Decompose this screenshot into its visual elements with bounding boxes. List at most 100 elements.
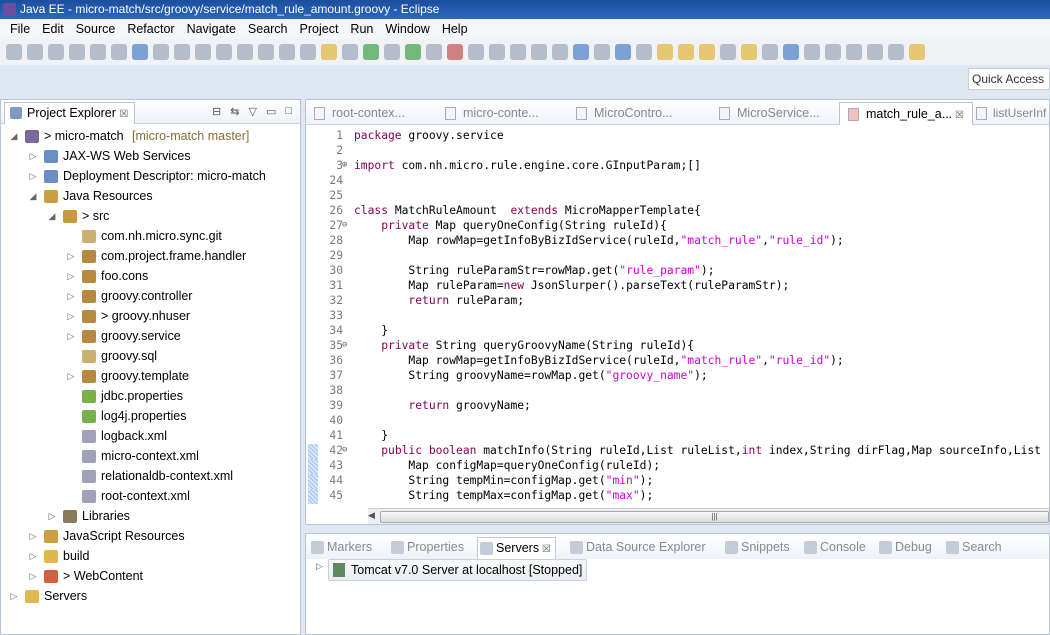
toolbar-button-icon[interactable] — [6, 44, 22, 60]
toolbar-button-icon[interactable] — [300, 44, 316, 60]
toolbar-button-icon[interactable] — [405, 44, 421, 60]
toolbar-button-icon[interactable] — [174, 44, 190, 60]
tab-data-source-explorer[interactable]: Data Source Explorer — [568, 537, 706, 559]
tree-item[interactable]: ▷ groovy.template — [1, 366, 300, 386]
expanded-arrow-icon[interactable]: ◢ — [9, 126, 19, 146]
toolbar-button-icon[interactable] — [699, 44, 715, 60]
editor-tab[interactable]: match_rule_a... ☒ — [839, 102, 973, 125]
editor-tab[interactable]: micro-conte... — [437, 102, 565, 125]
expanded-arrow-icon[interactable]: ◢ — [47, 206, 57, 226]
collapsed-arrow-icon[interactable]: ▷ — [66, 306, 76, 326]
tab-properties[interactable]: Properties — [389, 537, 464, 559]
tab-markers[interactable]: Markers — [309, 537, 372, 559]
toolbar-button-icon[interactable] — [468, 44, 484, 60]
tree-item[interactable]: jdbc.properties — [1, 386, 300, 406]
horizontal-scrollbar[interactable]: ◀ ||| — [368, 508, 1049, 524]
menu-window[interactable]: Window — [379, 19, 435, 39]
scroll-left-icon[interactable]: ◀ — [368, 510, 375, 521]
tree-item[interactable]: ▷ com.project.frame.handler — [1, 246, 300, 266]
tree-item[interactable]: ▷ Libraries — [1, 506, 300, 526]
view-menu-icon[interactable]: ▽ — [248, 105, 256, 118]
expand-fold-icon[interactable]: ⊕ — [342, 160, 347, 170]
tree-item[interactable]: ▷ JAX-WS Web Services — [1, 146, 300, 166]
editor-tab[interactable]: root-contex... — [306, 102, 434, 125]
toolbar-button-icon[interactable] — [594, 44, 610, 60]
tree-item[interactable]: ◢ > micro-match [micro-match master] — [1, 126, 300, 146]
collapse-all-icon[interactable]: ⊟ — [212, 105, 221, 118]
tree-item[interactable]: ◢ Java Resources — [1, 186, 300, 206]
toolbar-button-icon[interactable] — [69, 44, 85, 60]
toolbar-button-icon[interactable] — [741, 44, 757, 60]
toolbar-button-icon[interactable] — [846, 44, 862, 60]
tree-item[interactable]: log4j.properties — [1, 406, 300, 426]
tab-servers[interactable]: Servers ☒ — [477, 537, 556, 559]
toolbar-button-icon[interactable] — [132, 44, 148, 60]
toolbar-button-icon[interactable] — [342, 44, 358, 60]
code-editor[interactable]: 1 package groovy.service 2 3 ⊕ import com.nh.… — [306, 126, 1049, 508]
collapsed-arrow-icon[interactable]: ▷ — [47, 506, 57, 526]
collapse-fold-icon[interactable]: ⊖ — [342, 220, 347, 230]
tree-item[interactable]: ◢ > src — [1, 206, 300, 226]
toolbar-button-icon[interactable] — [615, 44, 631, 60]
toolbar-button-icon[interactable] — [867, 44, 883, 60]
quick-access-input[interactable]: Quick Access — [968, 68, 1050, 90]
collapsed-arrow-icon[interactable]: ▷ — [28, 546, 38, 566]
toolbar-button-icon[interactable] — [153, 44, 169, 60]
toolbar-button-icon[interactable] — [321, 44, 337, 60]
toolbar-button-icon[interactable] — [111, 44, 127, 60]
collapsed-arrow-icon[interactable]: ▷ — [66, 286, 76, 306]
menu-search[interactable]: Search — [242, 19, 294, 39]
close-tab-icon[interactable]: ☒ — [952, 110, 964, 121]
toolbar-button-icon[interactable] — [678, 44, 694, 60]
scrollbar-thumb[interactable]: ||| — [380, 511, 1049, 523]
toolbar-button-icon[interactable] — [825, 44, 841, 60]
collapsed-arrow-icon[interactable]: ▷ — [28, 526, 38, 546]
link-editor-icon[interactable]: ⇆ — [230, 105, 239, 118]
toolbar-button-icon[interactable] — [384, 44, 400, 60]
collapsed-arrow-icon[interactable]: ▷ — [66, 266, 76, 286]
collapsed-arrow-icon[interactable]: ▷ — [28, 566, 38, 586]
toolbar-button-icon[interactable] — [489, 44, 505, 60]
toolbar-button-icon[interactable] — [90, 44, 106, 60]
toolbar-button-icon[interactable] — [195, 44, 211, 60]
tree-item[interactable]: micro-context.xml — [1, 446, 300, 466]
tree-item[interactable]: ▷ Deployment Descriptor: micro-match — [1, 166, 300, 186]
collapse-fold-icon[interactable]: ⊖ — [342, 340, 347, 350]
toolbar-button-icon[interactable] — [888, 44, 904, 60]
toolbar-button-icon[interactable] — [552, 44, 568, 60]
tree-item[interactable]: groovy.sql — [1, 346, 300, 366]
close-tab-icon[interactable]: ☒ — [539, 544, 551, 555]
expand-arrow-icon[interactable]: ▷ — [316, 561, 323, 572]
editor-tab[interactable]: MicroContro... — [568, 102, 696, 125]
tree-item[interactable]: ▷ > WebContent — [1, 566, 300, 586]
tree-item[interactable]: relationaldb-context.xml — [1, 466, 300, 486]
editor-tab[interactable]: listUserInf — [971, 102, 1046, 125]
toolbar-button-icon[interactable] — [657, 44, 673, 60]
tab-debug[interactable]: Debug — [877, 537, 932, 559]
minimize-icon[interactable]: ▭ — [266, 105, 276, 118]
toolbar-button-icon[interactable] — [762, 44, 778, 60]
collapsed-arrow-icon[interactable]: ▷ — [28, 146, 38, 166]
tree-item[interactable]: ▷ build — [1, 546, 300, 566]
toolbar-button-icon[interactable] — [636, 44, 652, 60]
expanded-arrow-icon[interactable]: ◢ — [28, 186, 38, 206]
tab-search[interactable]: Search — [944, 537, 1002, 559]
collapsed-arrow-icon[interactable]: ▷ — [28, 166, 38, 186]
collapsed-arrow-icon[interactable]: ▷ — [66, 366, 76, 386]
toolbar-button-icon[interactable] — [510, 44, 526, 60]
menu-refactor[interactable]: Refactor — [121, 19, 180, 39]
toolbar-button-icon[interactable] — [279, 44, 295, 60]
menu-source[interactable]: Source — [70, 19, 122, 39]
editor-tab[interactable]: MicroService... — [711, 102, 839, 125]
collapsed-arrow-icon[interactable]: ▷ — [66, 246, 76, 266]
collapsed-arrow-icon[interactable]: ▷ — [66, 326, 76, 346]
maximize-icon[interactable]: □ — [285, 105, 292, 118]
tab-snippets[interactable]: Snippets — [723, 537, 790, 559]
tree-item[interactable]: root-context.xml — [1, 486, 300, 506]
tab-project-explorer[interactable]: Project Explorer ☒ — [4, 102, 136, 124]
toolbar-button-icon[interactable] — [783, 44, 799, 60]
toolbar-button-icon[interactable] — [909, 44, 925, 60]
toolbar-button-icon[interactable] — [426, 44, 442, 60]
toolbar-button-icon[interactable] — [804, 44, 820, 60]
tree-item[interactable]: ▷ Servers — [1, 586, 300, 606]
